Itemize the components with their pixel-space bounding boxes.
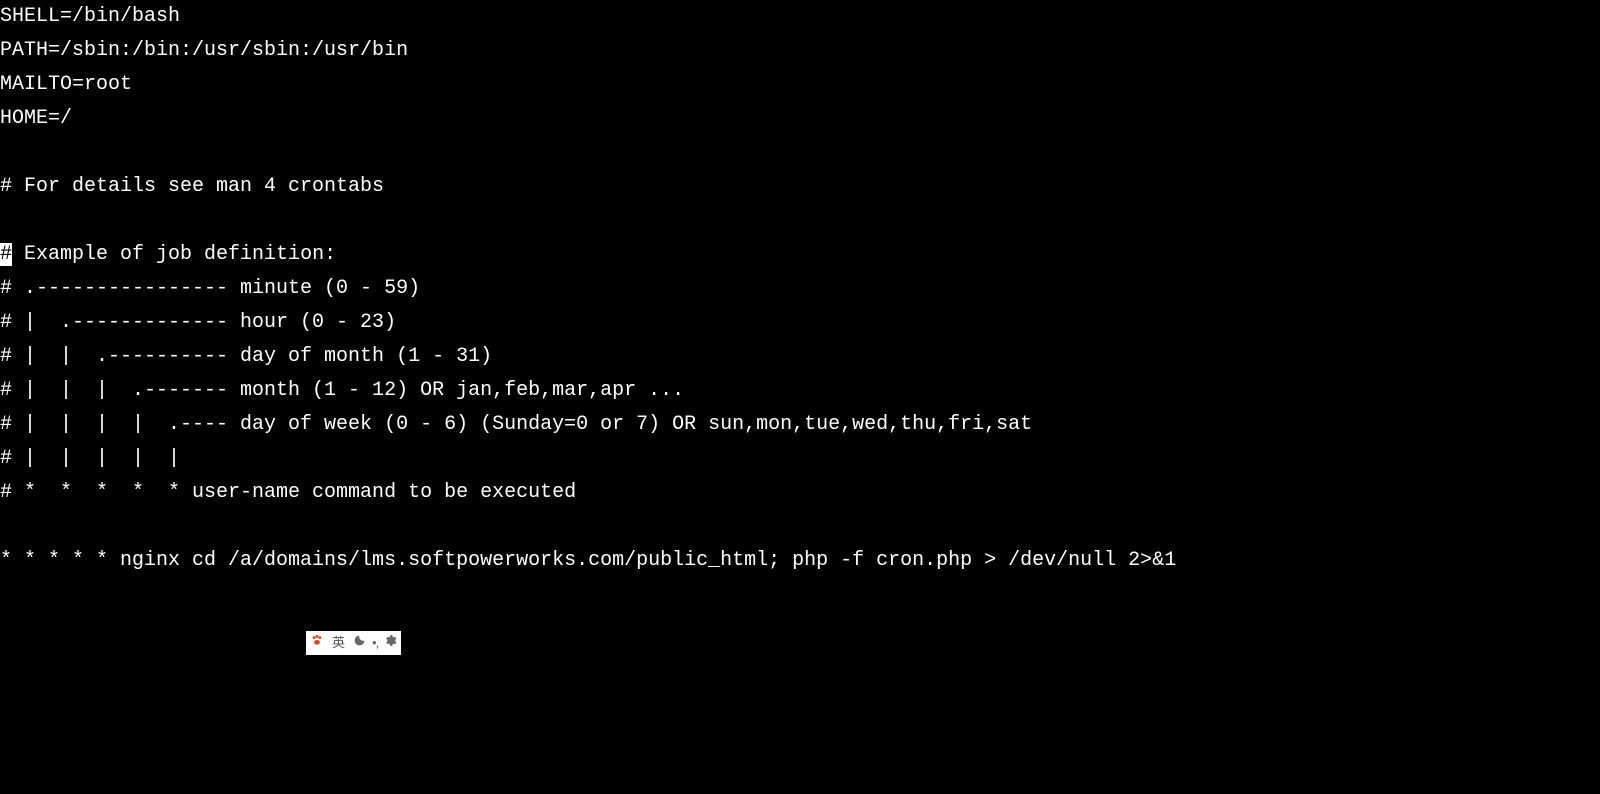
punctuation-icon[interactable]: •, (372, 632, 378, 654)
ime-language-label[interactable]: 英 (330, 632, 347, 654)
ime-status-bar[interactable]: 英 •, (306, 631, 401, 655)
moon-icon[interactable] (353, 632, 366, 654)
ime-paw-icon (310, 631, 324, 655)
terminal-output[interactable]: SHELL=/bin/bash PATH=/sbin:/bin:/usr/sbi… (0, 0, 1600, 578)
gear-icon[interactable] (384, 632, 397, 654)
cursor: # (0, 243, 12, 266)
